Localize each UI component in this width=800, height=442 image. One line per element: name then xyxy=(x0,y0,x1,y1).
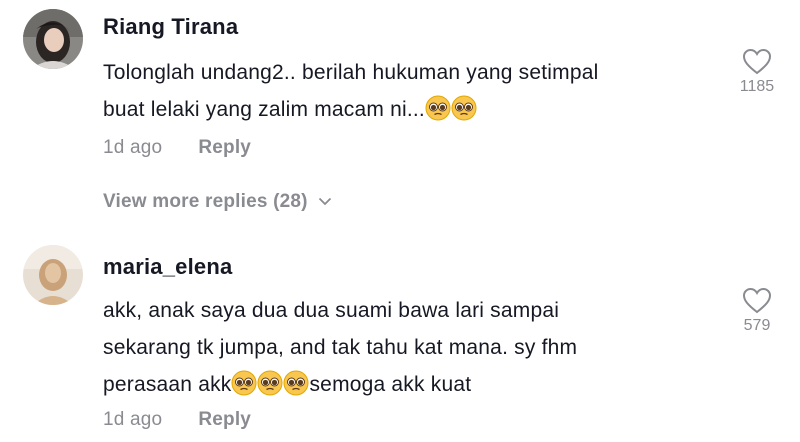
comment-username[interactable]: Riang Tirana xyxy=(103,14,238,40)
comment-meta: 1d ago Reply xyxy=(103,409,251,431)
like-count: 1185 xyxy=(739,78,775,95)
like-count: 579 xyxy=(743,317,771,334)
avatar[interactable] xyxy=(23,9,83,69)
comment-text-segment: semoga akk kuat xyxy=(309,373,472,396)
view-more-replies-label: View more replies (28) xyxy=(103,191,308,212)
avatar[interactable] xyxy=(23,245,83,305)
pleading-face-icon xyxy=(425,95,451,121)
heart-icon[interactable] xyxy=(742,287,772,315)
comment-timestamp: 1d ago xyxy=(103,409,163,430)
comment-text-line: perasaan akk semoga akk kuat xyxy=(103,366,693,403)
chevron-down-icon xyxy=(318,190,332,212)
comment-text-line: sekarang tk jumpa, and tak tahu kat mana… xyxy=(103,336,578,359)
like-control[interactable]: 579 xyxy=(728,287,786,335)
pleading-face-icon xyxy=(231,370,257,396)
comment-text-line: akk, anak saya dua dua suami bawa lari s… xyxy=(103,299,560,322)
comment-timestamp: 1d ago xyxy=(103,137,163,158)
comment-text-segment: perasaan akk xyxy=(103,373,232,396)
comment-text: akk, anak saya dua dua suami bawa lari s… xyxy=(103,292,693,403)
pleading-face-icon xyxy=(451,95,477,121)
comment-username[interactable]: maria_elena xyxy=(103,254,232,280)
heart-icon[interactable] xyxy=(742,48,772,76)
comment-meta: 1d ago Reply xyxy=(103,137,251,159)
like-control[interactable]: 1185 xyxy=(728,48,786,96)
comment-text-line: Tolonglah undang2.. berilah hukuman yang… xyxy=(103,61,599,84)
pleading-face-icon xyxy=(283,370,309,396)
comment-text: Tolonglah undang2.. berilah hukuman yang… xyxy=(103,54,693,128)
comment-text-line: buat lelaki yang zalim macam ni... xyxy=(103,91,693,128)
view-more-replies-button[interactable]: View more replies (28) xyxy=(103,190,332,213)
comment-text-segment: buat lelaki yang zalim macam ni... xyxy=(103,98,425,121)
reply-button[interactable]: Reply xyxy=(198,409,251,430)
reply-button[interactable]: Reply xyxy=(198,137,251,158)
pleading-face-icon xyxy=(257,370,283,396)
